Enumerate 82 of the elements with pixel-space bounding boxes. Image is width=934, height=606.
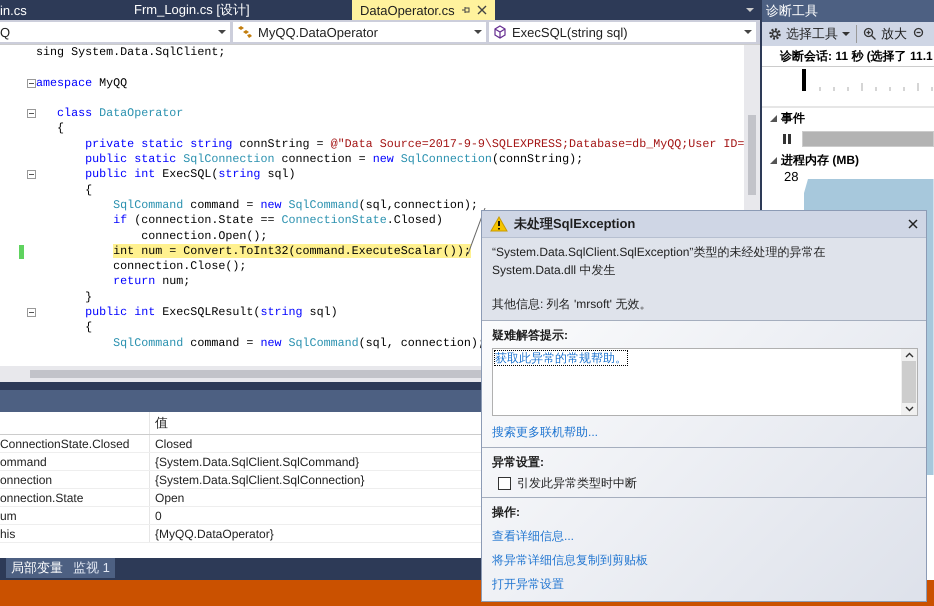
checkbox[interactable] — [498, 476, 511, 490]
action-link[interactable]: 将异常详细信息复制到剪贴板 — [492, 552, 648, 569]
section-heading: 异常设置: — [492, 454, 545, 471]
scroll-up-icon[interactable] — [904, 352, 914, 358]
panel-tab[interactable]: 监视 1 — [73, 559, 110, 577]
code-line: sing System.Data.SqlClient; — [36, 45, 226, 59]
section-heading: 操作: — [492, 504, 521, 521]
variable-value: {System.Data.SqlClient.SqlCommand} — [154, 454, 360, 468]
variable-value: {MyQQ.DataOperator} — [154, 526, 274, 540]
session-summary: 诊断会话: 11 秒 (选择了 11.1 — [778, 48, 934, 64]
code-line: } — [84, 290, 92, 304]
vertical-scrollbar[interactable] — [901, 349, 917, 415]
caret-icon — [218, 30, 226, 34]
gear-icon — [768, 27, 782, 41]
code-line: class DataOperator — [56, 106, 184, 120]
select-tools-button[interactable]: 选择工具 — [768, 25, 850, 43]
variable-value: {System.Data.SqlClient.SqlConnection} — [154, 472, 364, 486]
exception-details: 其他信息: 列名 'mrsoft' 无效。 — [492, 296, 652, 312]
collapse-icon[interactable] — [27, 78, 36, 88]
code-line: amespace MyQQ — [36, 76, 128, 90]
close-icon[interactable] — [476, 5, 487, 15]
panel-tab[interactable]: 局部变量 — [11, 559, 63, 577]
class-icon — [237, 25, 253, 39]
search-link[interactable]: 搜索更多联机帮助... — [492, 424, 598, 441]
section-label: 事件 — [781, 110, 805, 126]
cube-icon — [493, 25, 507, 39]
caret-icon — [744, 30, 752, 34]
caret-icon — [842, 32, 850, 36]
variable-name: onnection — [0, 471, 150, 488]
variable-name: onnection.State — [0, 489, 150, 506]
warning-icon — [490, 216, 508, 232]
action-link[interactable]: 查看详细信息... — [492, 528, 574, 545]
code-line: connection.Close(); — [112, 259, 246, 274]
section-label: 进程内存 (MB) — [781, 152, 859, 168]
document-tab[interactable]: Frm_Login.cs [设计] — [66, 0, 352, 20]
axis-label: 28 — [784, 169, 798, 184]
panel-title: 诊断工具 — [762, 0, 934, 22]
code-line: if (connection.State == ConnectionState.Closed) — [112, 213, 443, 228]
close-icon[interactable] — [908, 219, 918, 229]
variable-name: ConnectionState.Closed — [0, 435, 150, 452]
collapse-icon[interactable] — [27, 170, 36, 180]
code-line: return num; — [112, 274, 190, 288]
column-header[interactable]: 值 — [150, 414, 168, 432]
zoom-in-button[interactable]: 放大 — [863, 25, 907, 43]
variable-name: um — [0, 507, 150, 524]
help-link[interactable]: 获取此异常的常规帮助。 — [495, 351, 627, 365]
variable-value: 0 — [154, 508, 162, 522]
code-line: { — [84, 182, 92, 197]
variable-name: his — [0, 525, 150, 542]
navigation-dropdown[interactable]: Q — [0, 22, 230, 42]
caret-icon[interactable] — [746, 7, 754, 13]
code-line: SqlCommand command = new SqlCommand(sql, connection); — [112, 336, 485, 350]
variable-value: Closed — [154, 436, 192, 450]
exception-message: System.Data.dll 中发生 — [492, 262, 616, 278]
code-line: connection.Open(); — [140, 228, 268, 243]
pin-icon[interactable] — [460, 5, 471, 15]
checkbox-label[interactable]: 引发此异常类型时中断 — [517, 475, 637, 491]
action-link[interactable]: 打开异常设置 — [492, 576, 564, 593]
code-line: SqlCommand command = new SqlCommand(sql,connection); — [112, 198, 478, 212]
pause-icon[interactable] — [782, 134, 792, 144]
code-line: public static SqlConnection connection = new SqlConnection(connString); — [84, 152, 584, 166]
code-line: public int ExecSQLResult(string sql) — [84, 305, 338, 320]
zoom-in-icon — [863, 27, 877, 41]
variable-value: Open — [154, 490, 184, 504]
document-tab[interactable]: DataOperator.cs — [352, 0, 495, 20]
code-line: { — [56, 121, 64, 136]
section-heading: 疑难解答提示: — [492, 327, 569, 344]
collapse-icon[interactable] — [27, 109, 36, 118]
caret-icon — [474, 30, 482, 34]
scroll-down-icon[interactable] — [904, 406, 914, 412]
code-line: { — [84, 320, 92, 334]
popup-title: 未处理SqlException — [514, 215, 636, 233]
variable-name: ommand — [0, 453, 150, 470]
navigation-dropdown[interactable]: ExecSQL(string sql) — [489, 22, 756, 42]
exception-message: “System.Data.SqlClient.SqlException”类型的未经处理的异常在 — [492, 244, 826, 260]
expand-icon[interactable] — [770, 156, 777, 164]
collapse-icon[interactable] — [27, 308, 36, 318]
expand-icon[interactable] — [770, 114, 777, 122]
code-line: private static string connString = @"Data Source=2017-9-9\SQLEXPRESS;Database=db_MyQQ;User ID= — [84, 136, 744, 151]
code-line: public int ExecSQL(string sql) — [84, 167, 296, 182]
navigation-dropdown[interactable]: MyQQ.DataOperator — [233, 22, 486, 42]
document-tab[interactable]: in.cs — [0, 0, 66, 20]
